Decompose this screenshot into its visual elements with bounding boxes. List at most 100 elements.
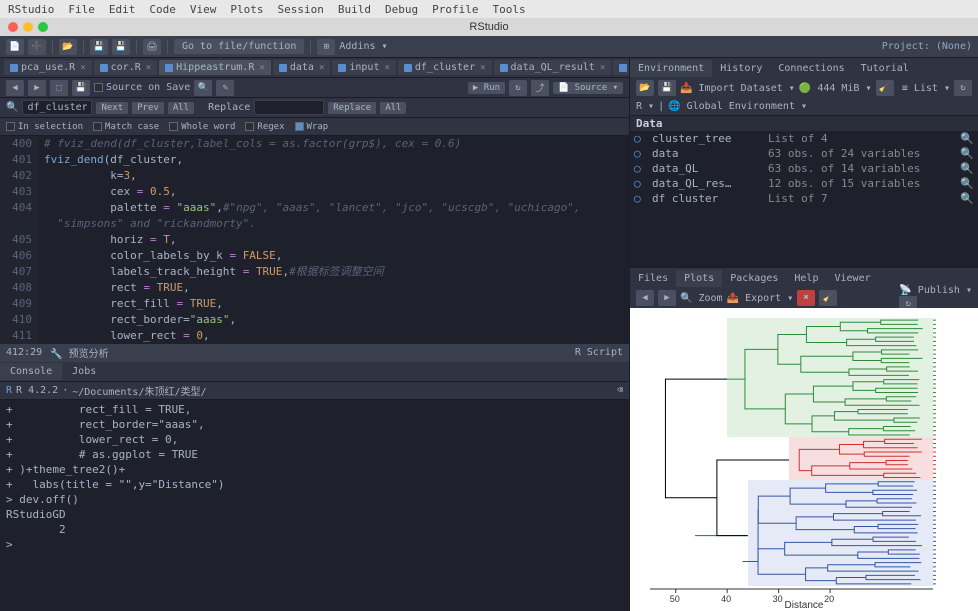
working-dir[interactable]: ~/Documents/朱顶红/类型/ xyxy=(72,383,206,398)
source-on-save-checkbox[interactable]: Source on Save xyxy=(94,82,190,93)
code-line[interactable]: 403 cex = 0.5, xyxy=(0,184,629,200)
replace-input[interactable] xyxy=(254,100,324,115)
wrap-checkbox[interactable]: Wrap xyxy=(295,122,329,132)
inspect-icon[interactable]: 🔍 xyxy=(960,177,974,190)
code-line[interactable]: 402 k=3, xyxy=(0,168,629,184)
tab-file[interactable]: df_cluster× xyxy=(398,60,492,75)
language-label[interactable]: R Script xyxy=(575,347,623,358)
regex-checkbox[interactable]: Regex xyxy=(245,122,284,132)
addins-label[interactable]: Addins ▾ xyxy=(339,41,387,52)
language-select[interactable]: R ▾ xyxy=(636,101,654,112)
menu-item[interactable]: File xyxy=(68,3,95,16)
environment-item[interactable]: ◯data_QL63 obs. of 14 variables🔍 xyxy=(630,161,978,176)
menu-item[interactable]: Edit xyxy=(109,3,136,16)
run-button[interactable]: ▶ Run xyxy=(468,82,505,94)
inspect-icon[interactable]: 🔍 xyxy=(960,162,974,175)
save-icon[interactable]: 💾 xyxy=(90,39,108,55)
broom-icon[interactable]: 🧹 xyxy=(876,80,894,96)
menu-item[interactable]: Debug xyxy=(385,3,418,16)
goto-file-input[interactable]: Go to file/function xyxy=(174,39,304,54)
tab-file[interactable]: Hippeastrum.R× xyxy=(159,60,271,75)
code-line[interactable]: 408 rect = TRUE, xyxy=(0,280,629,296)
open-file-icon[interactable]: 📂 xyxy=(59,39,77,55)
project-menu[interactable]: Project: (None) xyxy=(882,41,972,52)
tab-file[interactable]: cor.R× xyxy=(94,60,158,75)
code-line[interactable]: 411 lower_rect = 0, xyxy=(0,328,629,344)
close-tab-icon[interactable]: × xyxy=(600,63,605,73)
context-label[interactable]: 🔧 预览分析 xyxy=(50,345,108,360)
code-line[interactable]: "simpsons" and "rickandmorty". xyxy=(0,216,629,232)
menu-item[interactable]: Session xyxy=(277,3,323,16)
tab-files[interactable]: Files xyxy=(630,270,676,287)
expand-icon[interactable]: ◯ xyxy=(634,132,646,145)
minimize-window-icon[interactable] xyxy=(23,22,33,32)
close-tab-icon[interactable]: × xyxy=(480,63,485,73)
publish-button[interactable]: 📡 Publish ▾ xyxy=(899,285,972,296)
view-mode-select[interactable]: ≡ List ▾ xyxy=(902,83,950,94)
new-project-icon[interactable]: ➕ xyxy=(28,39,46,55)
menu-item[interactable]: Plots xyxy=(230,3,263,16)
goto-icon[interactable]: ⤴ xyxy=(531,80,549,96)
refresh-icon[interactable]: ↻ xyxy=(954,80,972,96)
find-input[interactable] xyxy=(22,100,92,115)
code-line[interactable]: 405 horiz = T, xyxy=(0,232,629,248)
next-plot-icon[interactable]: ▶ xyxy=(658,290,676,306)
wand-icon[interactable]: ✎ xyxy=(216,80,234,96)
close-tab-icon[interactable]: × xyxy=(384,63,389,73)
inspect-icon[interactable]: 🔍 xyxy=(960,192,974,205)
menu-item[interactable]: Code xyxy=(149,3,176,16)
code-line[interactable]: 404 palette = "aaas",#"npg", "aaas", "la… xyxy=(0,200,629,216)
tab-console[interactable]: Console xyxy=(0,363,62,380)
expand-icon[interactable]: ◯ xyxy=(634,177,646,190)
inspect-icon[interactable]: 🔍 xyxy=(960,147,974,160)
code-line[interactable]: 401fviz_dend(df_cluster, xyxy=(0,152,629,168)
menu-item[interactable]: View xyxy=(190,3,217,16)
tab-file[interactable]: L1× xyxy=(613,60,629,75)
tab-file[interactable]: pca_use.R× xyxy=(4,60,92,75)
save-icon[interactable]: 💾 xyxy=(72,80,90,96)
expand-icon[interactable]: ◯ xyxy=(634,147,646,160)
forward-icon[interactable]: ▶ xyxy=(28,80,46,96)
expand-icon[interactable]: ◯ xyxy=(634,162,646,175)
memory-usage[interactable]: 🟢 444 MiB ▾ xyxy=(799,83,872,94)
scope-select[interactable]: 🌐 Global Environment ▾ xyxy=(668,101,807,112)
save-workspace-icon[interactable]: 💾 xyxy=(658,80,676,96)
zoom-window-icon[interactable] xyxy=(38,22,48,32)
zoom-button[interactable]: 🔍 Zoom xyxy=(680,293,723,304)
replace-all-button[interactable]: All xyxy=(380,102,406,114)
prev-plot-icon[interactable]: ◀ xyxy=(636,290,654,306)
addins-icon[interactable]: ⊞ xyxy=(317,39,335,55)
load-workspace-icon[interactable]: 📂 xyxy=(636,80,654,96)
close-tab-icon[interactable]: × xyxy=(80,63,85,73)
code-line[interactable]: 407 labels_track_height = TRUE,#根据标签调整空间 xyxy=(0,264,629,280)
code-line[interactable]: 409 rect_fill = TRUE, xyxy=(0,296,629,312)
menu-item[interactable]: Build xyxy=(338,3,371,16)
menu-item[interactable]: Profile xyxy=(432,3,478,16)
export-button[interactable]: 📤 Export ▾ xyxy=(727,293,794,304)
remove-plot-icon[interactable]: ✖ xyxy=(797,290,815,306)
console-clear-icon[interactable]: ⌫ xyxy=(617,385,623,396)
clear-plots-icon[interactable]: 🧹 xyxy=(819,290,837,306)
save-all-icon[interactable]: 💾 xyxy=(112,39,130,55)
console-output[interactable]: + rect_fill = TRUE, + rect_border="aaas"… xyxy=(0,400,629,611)
import-dataset-button[interactable]: 📥 Import Dataset ▾ xyxy=(680,83,795,94)
find-next-button[interactable]: Next xyxy=(96,102,128,114)
show-in-new-icon[interactable]: ⬚ xyxy=(50,80,68,96)
replace-button[interactable]: Replace xyxy=(328,102,376,114)
code-line[interactable]: 406 color_labels_by_k = FALSE, xyxy=(0,248,629,264)
tab-file[interactable]: data× xyxy=(273,60,331,75)
tab-viewer[interactable]: Viewer xyxy=(826,270,878,287)
code-line[interactable]: 400# fviz_dend(df_cluster,label_cols = a… xyxy=(0,136,629,152)
tab-environment[interactable]: Environment xyxy=(630,60,712,77)
environment-item[interactable]: ◯data_QL_res…12 obs. of 15 variables🔍 xyxy=(630,176,978,191)
close-tab-icon[interactable]: × xyxy=(319,63,324,73)
expand-icon[interactable]: ◯ xyxy=(634,192,646,205)
rerun-icon[interactable]: ↻ xyxy=(509,80,527,96)
source-button[interactable]: 📄 Source ▾ xyxy=(553,82,623,94)
in-selection-checkbox[interactable]: In selection xyxy=(6,122,83,132)
tab-tutorial[interactable]: Tutorial xyxy=(853,60,917,77)
code-line[interactable]: 410 rect_border="aaas", xyxy=(0,312,629,328)
find-prev-button[interactable]: Prev xyxy=(132,102,164,114)
match-case-checkbox[interactable]: Match case xyxy=(93,122,159,132)
tab-connections[interactable]: Connections xyxy=(770,60,852,77)
